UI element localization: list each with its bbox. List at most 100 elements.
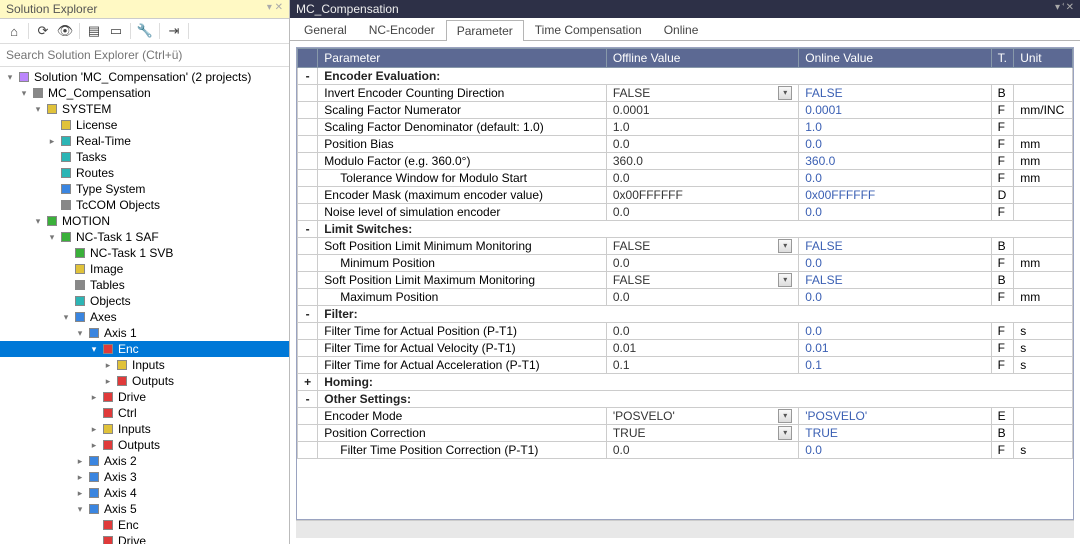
collapse-toggle[interactable]: -: [298, 68, 318, 85]
param-row[interactable]: Noise level of simulation encoder0.00.0F: [298, 204, 1073, 221]
expand-icon[interactable]: ▸: [88, 440, 100, 451]
tree-item[interactable]: ▸Inputs: [0, 357, 289, 373]
tree-item[interactable]: ▾MOTION: [0, 213, 289, 229]
tree-item[interactable]: ▾NC-Task 1 SAF: [0, 229, 289, 245]
tree-item[interactable]: Type System: [0, 181, 289, 197]
tree-item[interactable]: ▸Axis 4: [0, 485, 289, 501]
dropdown-icon[interactable]: ▾: [778, 426, 792, 440]
expand-icon[interactable]: ▸: [88, 424, 100, 435]
param-group-row[interactable]: -Filter:: [298, 306, 1073, 323]
offline-value[interactable]: 0.0001: [606, 102, 798, 119]
param-row[interactable]: Invert Encoder Counting DirectionFALSE▾F…: [298, 85, 1073, 102]
tab-general[interactable]: General: [293, 19, 358, 40]
expand-icon[interactable]: ▾: [4, 72, 16, 83]
tree-item[interactable]: Routes: [0, 165, 289, 181]
param-group-row[interactable]: -Limit Switches:: [298, 221, 1073, 238]
col-unit[interactable]: Unit: [1014, 49, 1073, 68]
offline-value[interactable]: FALSE▾: [606, 85, 798, 102]
parameter-scroll[interactable]: Parameter Offline Value Online Value T. …: [296, 47, 1074, 520]
tree-item[interactable]: Image: [0, 261, 289, 277]
expand-icon[interactable]: ▾: [46, 232, 58, 243]
tree-item[interactable]: TcCOM Objects: [0, 197, 289, 213]
tree-item[interactable]: NC-Task 1 SVB: [0, 245, 289, 261]
tree-item[interactable]: ▾SYSTEM: [0, 101, 289, 117]
collapse-toggle[interactable]: -: [298, 306, 318, 323]
param-row[interactable]: Filter Time Position Correction (P-T1)0.…: [298, 442, 1073, 459]
dropdown-icon[interactable]: ▾: [778, 409, 792, 423]
sync-icon[interactable]: 👁: [55, 21, 75, 41]
offline-value[interactable]: 0.0: [606, 442, 798, 459]
param-row[interactable]: Encoder Mask (maximum encoder value)0x00…: [298, 187, 1073, 204]
expand-icon[interactable]: ▸: [74, 456, 86, 467]
expand-icon[interactable]: ▾: [88, 344, 100, 355]
offline-value[interactable]: 0.0: [606, 136, 798, 153]
tree-item[interactable]: Tasks: [0, 149, 289, 165]
param-row[interactable]: Filter Time for Actual Acceleration (P-T…: [298, 357, 1073, 374]
expand-icon[interactable]: ▸: [102, 376, 114, 387]
offline-value[interactable]: 0.0: [606, 323, 798, 340]
expand-icon[interactable]: ▸: [102, 360, 114, 371]
tree-item[interactable]: Objects: [0, 293, 289, 309]
expand-icon[interactable]: ▾: [18, 88, 30, 99]
expand-icon[interactable]: ▾: [74, 504, 86, 515]
collapse-toggle[interactable]: -: [298, 221, 318, 238]
tree-item[interactable]: ▸Axis 2: [0, 453, 289, 469]
tree-item[interactable]: ▸Axis 3: [0, 469, 289, 485]
col-online[interactable]: Online Value: [799, 49, 991, 68]
tree-item[interactable]: ▾Enc: [0, 341, 289, 357]
dropdown-icon[interactable]: ▾: [778, 273, 792, 287]
tree-item[interactable]: ▸Outputs: [0, 437, 289, 453]
col-parameter[interactable]: Parameter: [318, 49, 607, 68]
param-row[interactable]: Filter Time for Actual Velocity (P-T1)0.…: [298, 340, 1073, 357]
tree-item[interactable]: Ctrl: [0, 405, 289, 421]
offline-value[interactable]: 360.0: [606, 153, 798, 170]
offline-value[interactable]: TRUE▾: [606, 425, 798, 442]
param-row[interactable]: Scaling Factor Denominator (default: 1.0…: [298, 119, 1073, 136]
expand-icon[interactable]: ▸: [74, 472, 86, 483]
view-icon[interactable]: ⇥: [164, 21, 184, 41]
param-row[interactable]: Soft Position Limit Maximum MonitoringFA…: [298, 272, 1073, 289]
tree-item[interactable]: ▾MC_Compensation: [0, 85, 289, 101]
collapse-toggle[interactable]: +: [298, 374, 318, 391]
tab-parameter[interactable]: Parameter: [446, 20, 524, 41]
tree-item[interactable]: Enc: [0, 517, 289, 533]
offline-value[interactable]: 0.0: [606, 289, 798, 306]
tree-item[interactable]: License: [0, 117, 289, 133]
offline-value[interactable]: 0.01: [606, 340, 798, 357]
expand-icon[interactable]: ▾: [60, 312, 72, 323]
param-group-row[interactable]: +Homing:: [298, 374, 1073, 391]
properties-icon[interactable]: 🔧: [135, 21, 155, 41]
param-row[interactable]: Filter Time for Actual Position (P-T1)0.…: [298, 323, 1073, 340]
tree-item[interactable]: ▾Axis 1: [0, 325, 289, 341]
panel-controls[interactable]: ▾ ✕: [267, 2, 283, 16]
tree-item[interactable]: ▾Axes: [0, 309, 289, 325]
offline-value[interactable]: 0.0: [606, 255, 798, 272]
param-row[interactable]: Minimum Position0.00.0Fmm: [298, 255, 1073, 272]
param-row[interactable]: Encoder Mode'POSVELO'▾'POSVELO'E: [298, 408, 1073, 425]
tree-item[interactable]: ▸Drive: [0, 389, 289, 405]
solution-tree[interactable]: ▾Solution 'MC_Compensation' (2 projects)…: [0, 67, 289, 544]
param-row[interactable]: Maximum Position0.00.0Fmm: [298, 289, 1073, 306]
offline-value[interactable]: 0.0: [606, 170, 798, 187]
expand-icon[interactable]: ▸: [74, 488, 86, 499]
param-row[interactable]: Soft Position Limit Minimum MonitoringFA…: [298, 238, 1073, 255]
expand-icon[interactable]: ▾: [32, 216, 44, 227]
offline-value[interactable]: FALSE▾: [606, 238, 798, 255]
show-all-icon[interactable]: ▤: [84, 21, 104, 41]
expand-icon[interactable]: ▾: [32, 104, 44, 115]
dropdown-icon[interactable]: ▾: [778, 239, 792, 253]
refresh-icon[interactable]: ⟳: [33, 21, 53, 41]
tree-item[interactable]: ▾Axis 5: [0, 501, 289, 517]
tree-item[interactable]: ▾Solution 'MC_Compensation' (2 projects): [0, 69, 289, 85]
panel-controls[interactable]: ▾ ꜗ ✕: [1055, 2, 1074, 16]
offline-value[interactable]: 'POSVELO'▾: [606, 408, 798, 425]
offline-value[interactable]: 1.0: [606, 119, 798, 136]
tree-item[interactable]: ▸Outputs: [0, 373, 289, 389]
param-row[interactable]: Position Bias0.00.0Fmm: [298, 136, 1073, 153]
param-group-row[interactable]: -Other Settings:: [298, 391, 1073, 408]
tab-time-compensation[interactable]: Time Compensation: [524, 19, 653, 40]
param-group-row[interactable]: -Encoder Evaluation:: [298, 68, 1073, 85]
param-row[interactable]: Position CorrectionTRUE▾TRUEB: [298, 425, 1073, 442]
expand-icon[interactable]: ▾: [74, 328, 86, 339]
expand-icon[interactable]: ▸: [46, 136, 58, 147]
